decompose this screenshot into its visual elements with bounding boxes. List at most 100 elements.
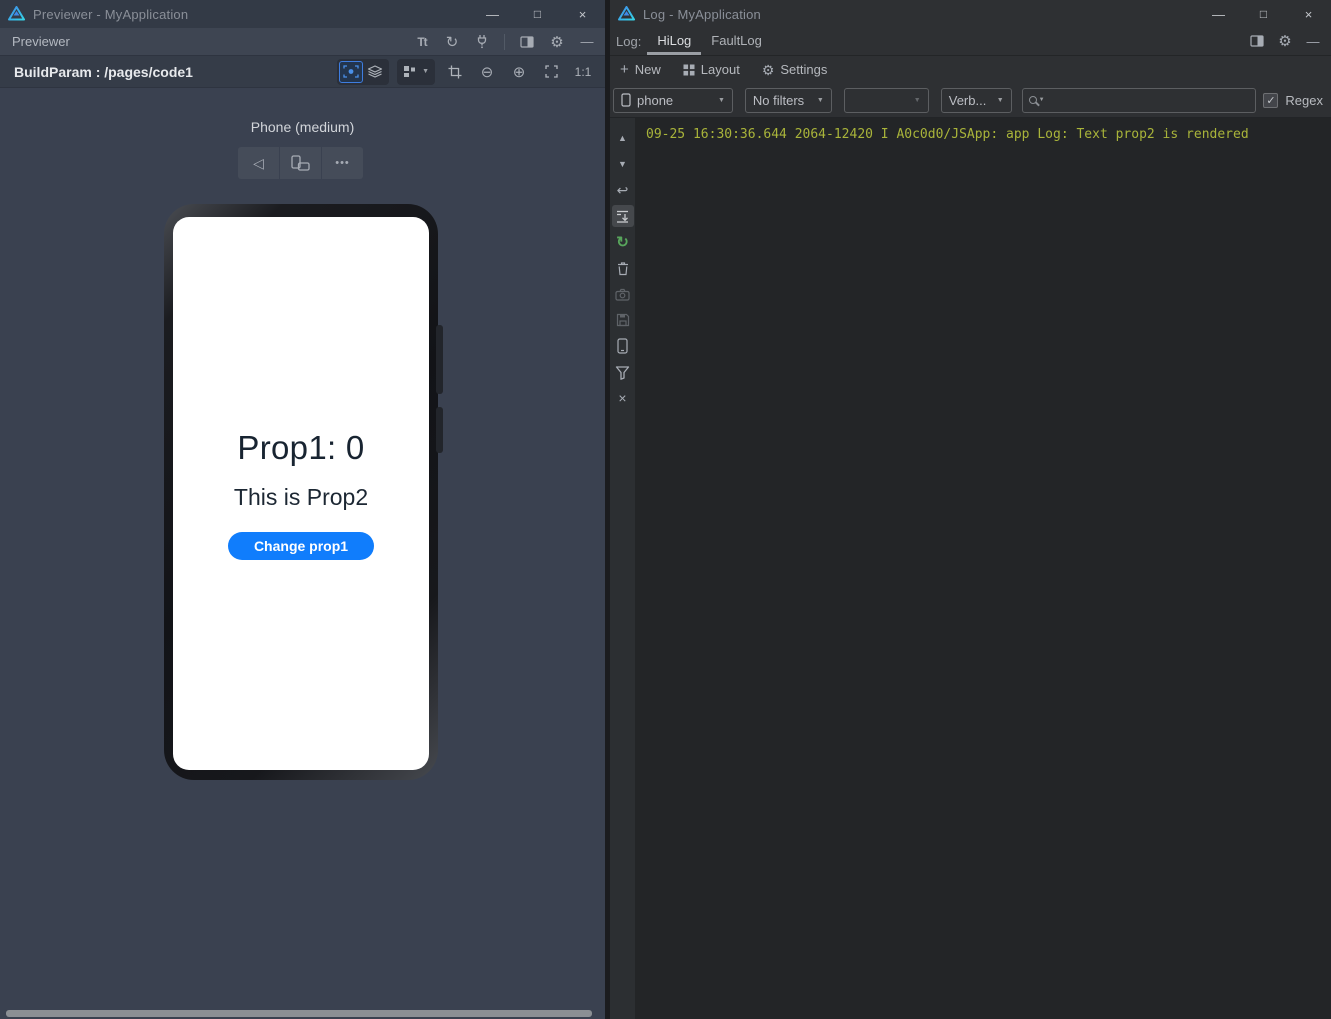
connect-plug-button[interactable]	[470, 30, 494, 54]
previewer-header-bar: Previewer Tt ↻	[0, 28, 605, 56]
settings-button[interactable]: ⚙ Settings	[762, 62, 828, 77]
log-search-field: ▼	[1022, 88, 1257, 113]
log-filterbar: phone ▼ No filters ▼ ▼ Verb... ▼ ▼ ✓	[610, 83, 1331, 118]
save-log-button	[612, 309, 634, 331]
grid-view-dropdown[interactable]: ▼	[397, 59, 435, 85]
log-window-title: Log - MyApplication	[643, 7, 761, 22]
close-button[interactable]: ×	[560, 0, 605, 28]
inspector-eye-button[interactable]	[339, 61, 363, 83]
log-tabbar: Log: HiLog FaultLog ⚙ —	[610, 28, 1331, 56]
tab-faultlog[interactable]: FaultLog	[701, 33, 772, 55]
log-window-controls: — □ ×	[1196, 0, 1331, 28]
clear-log-button[interactable]	[612, 257, 634, 279]
zoom-in-button[interactable]: ⊕	[507, 60, 531, 84]
zoom-out-button[interactable]: ⊖	[475, 60, 499, 84]
font-size-button[interactable]: Tt	[410, 30, 434, 54]
close-button[interactable]: ×	[1286, 0, 1331, 28]
change-prop1-button[interactable]: Change prop1	[228, 532, 374, 560]
regex-option: ✓ Regex	[1263, 93, 1323, 108]
device-select[interactable]: phone ▼	[613, 88, 733, 113]
log-output: 09-25 16:30:36.644 2064-12420 I A0c0d0/J…	[636, 118, 1331, 1019]
chevron-down-icon: ▼	[817, 97, 824, 104]
previewer-window-title: Previewer - MyApplication	[33, 7, 188, 22]
build-param-label: BuildParam : /pages/code1	[14, 64, 193, 80]
triangle-up-icon: ▲	[618, 133, 627, 143]
crop-frame-button[interactable]	[443, 60, 467, 84]
preview-controls: ◁ •••	[238, 147, 363, 179]
minimize-button[interactable]: —	[470, 0, 515, 28]
gear-icon: ⚙	[762, 63, 775, 77]
maximize-button[interactable]: □	[1241, 0, 1286, 28]
layers-button[interactable]	[363, 61, 387, 83]
log-header-actions: ⚙ —	[1245, 29, 1325, 55]
chevron-down-icon: ▼	[422, 68, 429, 75]
chevron-down-icon: ▼	[914, 97, 921, 104]
tab-hilog[interactable]: HiLog	[647, 33, 701, 55]
log-label: Log:	[614, 34, 647, 55]
layout-button-label: Layout	[701, 62, 740, 77]
previewer-toolbar-actions: ▼ ⊖ ⊕ 1:1	[337, 59, 595, 85]
previewer-window-controls: — □ ×	[470, 0, 605, 28]
scope-select[interactable]: ▼	[844, 88, 929, 113]
search-input[interactable]	[1047, 93, 1250, 108]
log-line: 09-25 16:30:36.644 2064-12420 I A0c0d0/J…	[646, 127, 1321, 142]
scroll-to-top-button[interactable]: ▲	[612, 127, 634, 149]
hide-panel-button[interactable]: —	[1301, 29, 1325, 53]
regex-label: Regex	[1285, 93, 1323, 108]
phone-device-icon	[621, 93, 631, 107]
close-panel-button[interactable]: ×	[612, 387, 634, 409]
scroll-to-bottom-button[interactable]: ▼	[612, 153, 634, 175]
new-button[interactable]: + New	[620, 62, 661, 77]
hide-panel-button[interactable]: —	[575, 30, 599, 54]
refresh-button[interactable]: ↻	[440, 30, 464, 54]
previewer-tab-label: Previewer	[12, 34, 70, 49]
settings-gear-button[interactable]: ⚙	[545, 30, 569, 54]
maximize-button[interactable]: □	[515, 0, 560, 28]
log-titlebar: Log - MyApplication — □ ×	[610, 0, 1331, 28]
previewer-canvas: Phone (medium) ◁ •••	[0, 88, 605, 1019]
soft-wrap-button[interactable]: ↩	[612, 179, 634, 201]
log-level-select-value: Verb...	[949, 93, 991, 108]
device-log-button[interactable]	[612, 335, 634, 357]
layout-button[interactable]: Layout	[683, 62, 740, 77]
prop1-text: Prop1: 0	[237, 429, 364, 467]
settings-button-label: Settings	[780, 62, 827, 77]
filter-funnel-icon	[615, 365, 630, 380]
scroll-to-end-button[interactable]	[612, 205, 634, 227]
regex-checkbox[interactable]: ✓	[1263, 93, 1278, 108]
more-options-button[interactable]: •••	[322, 147, 363, 179]
rerun-icon: ↻	[616, 233, 629, 251]
layout-grid-icon	[683, 64, 695, 76]
rotate-device-icon	[291, 155, 310, 171]
toolbar-divider	[504, 34, 505, 50]
rotate-device-button[interactable]	[280, 147, 321, 179]
previewer-window: Previewer - MyApplication — □ × Previewe…	[0, 0, 605, 1019]
filter-button[interactable]	[612, 361, 634, 383]
phone-power-button	[436, 407, 443, 453]
horizontal-scrollbar[interactable]	[6, 1010, 592, 1017]
minimize-button[interactable]: —	[1196, 0, 1241, 28]
zoom-ratio-button[interactable]: 1:1	[571, 60, 595, 84]
layout-panel-icon-button[interactable]	[1245, 29, 1269, 53]
fit-to-screen-button[interactable]	[539, 60, 563, 84]
rerun-button[interactable]: ↻	[612, 231, 634, 253]
device-icon	[617, 338, 628, 354]
log-level-select[interactable]: Verb... ▼	[941, 88, 1012, 113]
device-select-value: phone	[637, 93, 712, 108]
phone-mockup: Prop1: 0 This is Prop2 Change prop1	[164, 204, 438, 780]
screenshot-button	[612, 283, 634, 305]
camera-icon	[615, 288, 630, 301]
layout-panel-icon-button[interactable]	[515, 30, 539, 54]
log-main: ▲ ▼ ↩ ↻	[610, 118, 1331, 1019]
previewer-header-actions: Tt ↻ ⚙ —	[410, 30, 599, 54]
settings-gear-button[interactable]: ⚙	[1273, 29, 1297, 53]
triangle-down-icon: ▼	[618, 159, 627, 169]
chevron-down-icon: ▼	[718, 97, 725, 104]
filters-select[interactable]: No filters ▼	[745, 88, 832, 113]
scroll-to-end-icon	[615, 209, 630, 224]
trash-icon	[616, 261, 630, 276]
phone-volume-button	[436, 325, 443, 394]
new-button-label: New	[635, 62, 661, 77]
chevron-down-icon: ▼	[997, 97, 1004, 104]
previous-page-button[interactable]: ◁	[238, 147, 279, 179]
